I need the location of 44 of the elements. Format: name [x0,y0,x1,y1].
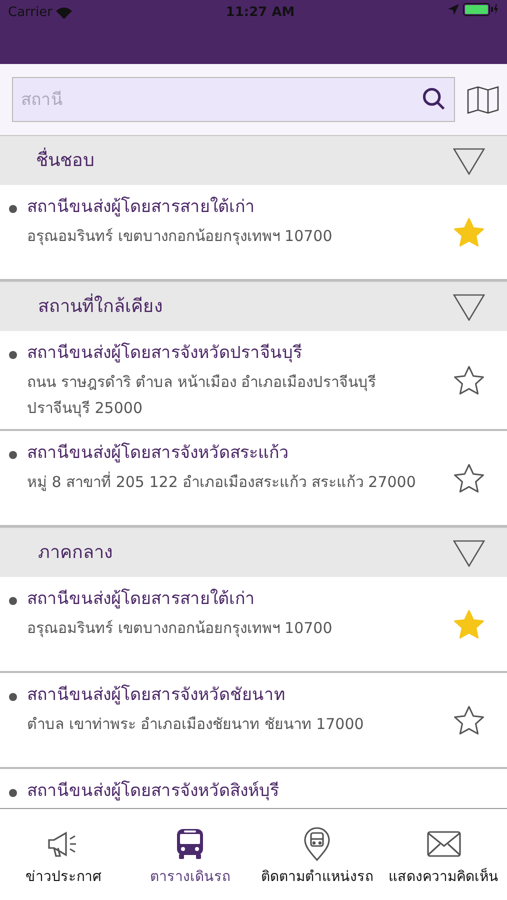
tab-bar-item[interactable]: ตารางเดินรถ [126,827,254,888]
search-field[interactable]: สถานี [12,77,455,122]
station-row[interactable]: สถานีขนส่งผู้โดยสารจังหวัดชัยนาท ตำบล เขาท่าพระ อำเภอเมืองชัยนาท ชัยนาท 17000 [0,673,507,769]
clock-time: 11:27 AM [226,4,295,22]
battery-icon [463,3,499,16]
bullet-icon [9,351,17,359]
location-arrow-icon [448,4,459,15]
bullet-icon [9,451,17,459]
section-title: ภาคกลาง [37,541,113,565]
station-address: ตำบล เขาท่าพระ อำเภอเมืองชัยนาท ชัยนาท 17000 [27,714,365,735]
station-address: อรุณอมรินทร์ เขตบางกอกน้อยกรุงเทพฯ 10700 [27,618,334,640]
section-title: ชื่นชอบ [0,147,94,174]
carrier-label: Carrier [8,4,52,22]
tab-bar-item[interactable]: ติดตามตำแหน่งรถ [254,827,380,888]
station-name: สถานีขนส่งผู้โดยสารจังหวัดปราจีนบุรี [27,342,303,365]
section-header[interactable]: ภาคกลาง [0,527,507,577]
station-address: หมู่ 8 สาขาที่ 205 122 อำเภอเมืองสระแก้ว สระแก้ว 27000 [27,470,417,493]
bullet-icon [9,789,17,797]
tab-bar-item[interactable]: ข่าวประกาศ [0,827,127,888]
bullet-icon [9,205,17,213]
search-icon[interactable] [421,86,447,112]
bus-icon [175,828,206,860]
wifi-icon [56,6,72,19]
section-header[interactable]: ชื่นชอบ [0,135,507,185]
section-header[interactable]: สถานที่ใกล้เคียง [0,281,507,331]
envelope-icon [426,831,461,857]
bullet-icon [9,597,17,605]
bullet-icon [9,693,17,701]
station-address: ถนน ราษฎรดำริ ตำบล หน้าเมือง อำเภอเมืองปราจีนบุรี ปราจีนบุรี 25000 [27,372,378,420]
map-icon[interactable] [467,86,499,114]
collapse-triangle-icon[interactable] [453,538,485,566]
collapse-triangle-icon[interactable] [453,292,485,320]
station-address: อรุณอมรินทร์ เขตบางกอกน้อยกรุงเทพฯ 10700 [27,226,334,248]
station-name: สถานีขนส่งผู้โดยสารสายใต้เก่า [27,196,256,219]
station-name: สถานีขนส่งผู้โดยสารจังหวัดชัยนาท [27,684,286,707]
section-title: สถานที่ใกล้เคียง [0,293,163,320]
station-row[interactable]: สถานีขนส่งผู้โดยสารสายใต้เก่า อรุณอมรินทร์ เขตบางกอกน้อยกรุงเทพฯ 10700 [0,577,507,673]
bus-location-pin-icon [302,827,331,861]
station-name: สถานีขนส่งผู้โดยสารจังหวัดสิงห์บุรี [27,780,280,803]
tab-bar-item[interactable]: แสดงความคิดเห็น [380,827,507,888]
station-row[interactable]: สถานีขนส่งผู้โดยสารจังหวัดปราจีนบุรี ถนน ราษฎรดำริ ตำบล หน้าเมือง อำเภอเมืองปราจีนบุรี ปราจีนบุรี 25000 [0,331,507,431]
collapse-triangle-icon[interactable] [453,146,485,174]
station-name: สถานีขนส่งผู้โดยสารจังหวัดสระแก้ว [27,442,290,465]
station-name: สถานีขนส่งผู้โดยสารสายใต้เก่า [27,588,256,611]
